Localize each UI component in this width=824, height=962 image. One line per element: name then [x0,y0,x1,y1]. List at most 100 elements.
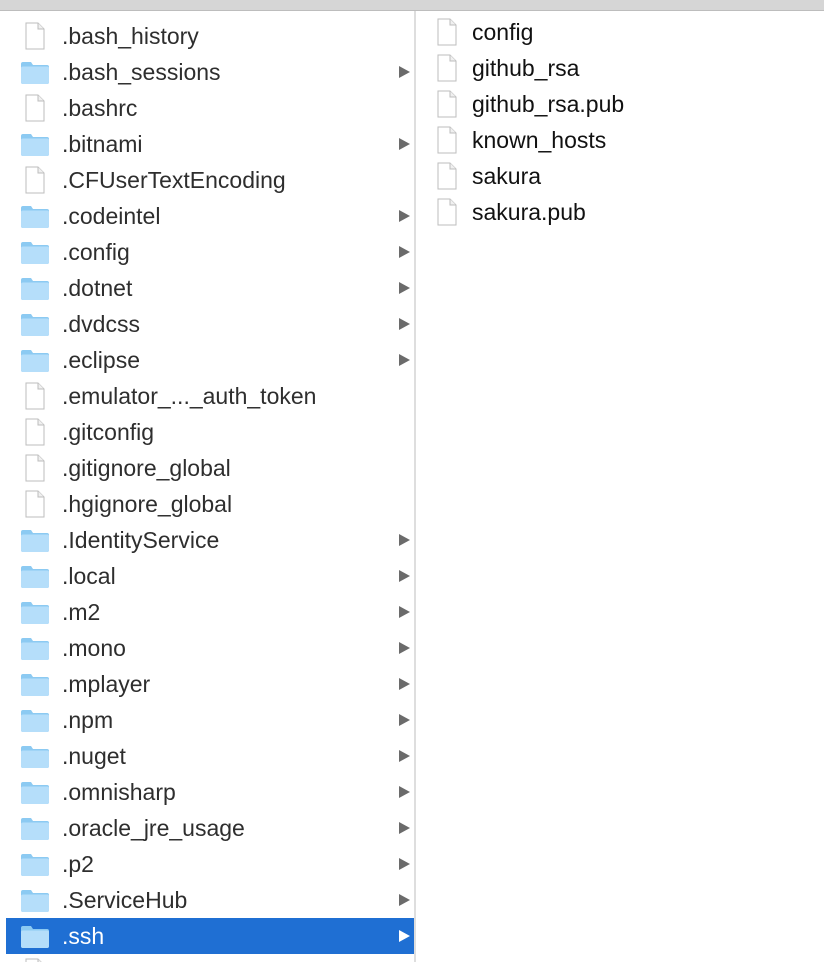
folder-item-codeintel[interactable]: .codeintel [6,198,414,234]
item-label: .gitconfig [62,419,155,445]
item-label: .gitignore_global [62,455,231,481]
folder-item-m2[interactable]: .m2 [6,594,414,630]
disclosure-arrow-icon [399,318,410,330]
folder-icon [20,526,50,554]
folder-icon [20,130,50,158]
finder-column-ssh[interactable]: config github_rsa github_rsa.pub known_host… [416,11,824,962]
item-label: .ServiceHub [62,887,188,913]
file-item-bash-history[interactable]: .bash_history [6,18,414,54]
item-label: .npm [62,707,114,733]
item-label: .m2 [62,599,101,625]
folder-item-eclipse[interactable]: .eclipse [6,342,414,378]
folder-item-mplayer[interactable]: .mplayer [6,666,414,702]
document-icon [20,958,50,962]
disclosure-arrow-icon [399,930,410,942]
folder-item-omnisharp[interactable]: .omnisharp [6,774,414,810]
document-icon [432,18,462,46]
finder-column-home[interactable]: .bash_history .bash_sessions .bashrc .bitna… [0,11,415,962]
folder-icon [20,346,50,374]
folder-item-p2[interactable]: .p2 [6,846,414,882]
folder-icon [20,886,50,914]
item-label: .mono [62,635,126,661]
folder-item-config[interactable]: .config [6,234,414,270]
item-label: .CFUserTextEncoding [62,167,286,193]
folder-icon [20,670,50,698]
folder-icon [20,814,50,842]
folder-item-bitnami[interactable]: .bitnami [6,126,414,162]
folder-item-mono[interactable]: .mono [6,630,414,666]
document-icon [432,126,462,154]
disclosure-arrow-icon [399,534,410,546]
item-label: .stCommitMsg [62,954,209,962]
folder-item-ssh[interactable]: .ssh [6,918,414,954]
file-item-gitconfig[interactable]: .gitconfig [6,414,414,450]
document-icon [20,22,50,50]
file-item-sakura[interactable]: sakura [416,158,824,194]
item-label: .oracle_jre_usage [62,815,245,841]
folder-item-oracle-jre-usage[interactable]: .oracle_jre_usage [6,810,414,846]
document-icon [20,418,50,446]
disclosure-arrow-icon [399,858,410,870]
file-item-emulator-auth-token[interactable]: .emulator_..._auth_token [6,378,414,414]
file-item-github-rsa[interactable]: github_rsa [416,50,824,86]
folder-icon [20,850,50,878]
item-label: .IdentityService [62,527,220,553]
file-item-known-hosts[interactable]: known_hosts [416,122,824,158]
document-icon [432,90,462,118]
folder-item-local[interactable]: .local [6,558,414,594]
document-icon [20,454,50,482]
file-item-github-rsa-pub[interactable]: github_rsa.pub [416,86,824,122]
disclosure-arrow-icon [399,606,410,618]
item-label: .ssh [62,923,105,949]
file-item-bashrc[interactable]: .bashrc [6,90,414,126]
item-label: .local [62,563,116,589]
item-label: .p2 [62,851,94,877]
folder-item-dotnet[interactable]: .dotnet [6,270,414,306]
document-icon [20,382,50,410]
item-label: sakura [472,163,542,189]
item-label: .bash_history [62,23,199,49]
item-label: .dotnet [62,275,133,301]
disclosure-arrow-icon [399,894,410,906]
folder-icon [20,778,50,806]
disclosure-arrow-icon [399,138,410,150]
item-label: config [472,19,534,45]
document-icon [20,166,50,194]
file-item-cfusertextencoding[interactable]: .CFUserTextEncoding [6,162,414,198]
folder-icon [20,238,50,266]
disclosure-arrow-icon [399,786,410,798]
item-label: .hgignore_global [62,491,233,517]
folder-icon [20,274,50,302]
document-icon [20,490,50,518]
document-icon [432,162,462,190]
document-icon [20,94,50,122]
item-label: .bitnami [62,131,143,157]
document-icon [432,198,462,226]
folder-icon [20,310,50,338]
folder-item-servicehub[interactable]: .ServiceHub [6,882,414,918]
file-item-stcommitmsg[interactable]: .stCommitMsg [6,954,414,962]
folder-icon [20,598,50,626]
disclosure-arrow-icon [399,642,410,654]
disclosure-arrow-icon [399,354,410,366]
file-item-hgignore-global[interactable]: .hgignore_global [6,486,414,522]
disclosure-arrow-icon [399,210,410,222]
folder-item-dvdcss[interactable]: .dvdcss [6,306,414,342]
folder-icon [20,634,50,662]
disclosure-arrow-icon [399,66,410,78]
disclosure-arrow-icon [399,714,410,726]
file-item-gitignore-global[interactable]: .gitignore_global [6,450,414,486]
disclosure-arrow-icon [399,282,410,294]
item-label: .eclipse [62,347,140,373]
disclosure-arrow-icon [399,750,410,762]
folder-item-npm[interactable]: .npm [6,702,414,738]
disclosure-arrow-icon [399,822,410,834]
folder-item-identityservice[interactable]: .IdentityService [6,522,414,558]
folder-icon [20,58,50,86]
file-item-config[interactable]: config [416,14,824,50]
folder-icon [20,742,50,770]
folder-item-bash-sessions[interactable]: .bash_sessions [6,54,414,90]
folder-item-nuget[interactable]: .nuget [6,738,414,774]
folder-icon [20,706,50,734]
file-item-sakura-pub[interactable]: sakura.pub [416,194,824,230]
